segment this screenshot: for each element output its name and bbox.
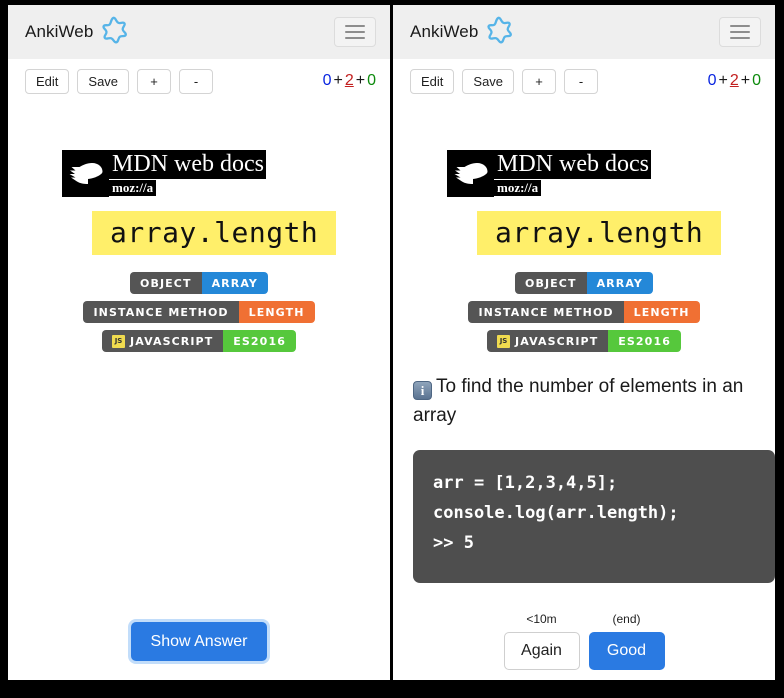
hamburger-menu-icon <box>345 25 365 27</box>
app-title: AnkiWeb <box>410 22 479 41</box>
mdn-wordmark: MDN web docs moz://a <box>109 150 266 196</box>
again-column: <10m Again <box>503 612 580 670</box>
mdn-subtitle: moz://a <box>494 180 542 196</box>
save-button[interactable]: Save <box>77 68 130 94</box>
good-interval: (end) <box>612 612 641 626</box>
code-block: arr = [1,2,3,4,5]; console.log(arr.lengt… <box>413 450 775 583</box>
panel-pair: AnkiWeb Edit Save + - 0 + 2 + 0 MDN web … <box>8 5 776 680</box>
badge-value: LENGTH <box>238 301 315 323</box>
mdn-dinosaur-icon <box>62 150 109 197</box>
badge-label: JAVASCRIPT <box>515 334 599 348</box>
brand: AnkiWeb <box>410 15 515 50</box>
again-interval: <10m <box>526 612 557 626</box>
show-answer-button[interactable]: Show Answer <box>130 621 268 661</box>
app-title: AnkiWeb <box>25 22 94 41</box>
mdn-title: MDN web docs <box>109 150 266 179</box>
toolbar-buttons: Edit Save + - <box>25 68 214 94</box>
badge-javascript-es2016: JS JAVASCRIPT ES2016 <box>487 330 681 352</box>
badge-label: JAVASCRIPT <box>130 334 214 348</box>
hamburger-menu-icon <box>730 37 750 39</box>
front-footer: Show Answer <box>8 602 390 680</box>
counter-due: 0 <box>367 72 376 89</box>
card-back-panel: AnkiWeb Edit Save + - 0 + 2 + 0 MDN web … <box>393 5 775 680</box>
edit-button[interactable]: Edit <box>410 68 455 94</box>
decrease-button[interactable]: - <box>179 68 214 94</box>
increase-button[interactable]: + <box>137 68 172 94</box>
badge-instance-method-length: INSTANCE METHOD LENGTH <box>83 301 315 323</box>
counter-learning: 2 <box>729 72 739 89</box>
javascript-icon: JS <box>112 334 126 348</box>
information-emoji-icon: i <box>413 381 432 400</box>
back-footer: <10m Again (end) Good <box>393 602 775 680</box>
hamburger-menu-icon <box>730 25 750 27</box>
card-toolbar: Edit Save + - 0 +2 +0 <box>8 59 390 103</box>
card-toolbar: Edit Save + - 0 +2 +0 <box>393 59 775 103</box>
badge-javascript-es2016: JS JAVASCRIPT ES2016 <box>102 330 296 352</box>
badge-label-wrap: JS JAVASCRIPT <box>102 330 224 352</box>
edit-button[interactable]: Edit <box>25 68 70 94</box>
badge-object-array: OBJECT ARRAY <box>130 272 268 294</box>
star-logo-icon <box>485 15 515 50</box>
good-column: (end) Good <box>588 612 665 670</box>
answer-note-text: To find the number of elements in an arr… <box>413 376 744 426</box>
card-front-panel: AnkiWeb Edit Save + - 0 + 2 + 0 MDN web … <box>8 5 390 680</box>
javascript-icon: JS <box>497 334 511 348</box>
mdn-wordmark: MDN web docs moz://a <box>494 150 651 196</box>
badge-label: INSTANCE METHOD <box>468 301 624 323</box>
mdn-logo: MDN web docs moz://a <box>447 150 668 197</box>
card-counter: 0 +2 +0 <box>708 72 761 90</box>
card-content-back: MDN web docs moz://a array.length OBJECT… <box>393 150 775 583</box>
counter-new: 0 <box>707 72 717 89</box>
counter-separator: + <box>718 72 728 89</box>
badge-value: ES2016 <box>608 330 681 352</box>
badge-object-array: OBJECT ARRAY <box>515 272 653 294</box>
card-term: array.length <box>477 211 722 255</box>
toolbar-buttons: Edit Save + - <box>410 68 599 94</box>
answer-buttons: <10m Again (end) Good <box>503 612 665 670</box>
mdn-title: MDN web docs <box>494 150 651 179</box>
badge-list: OBJECT ARRAY INSTANCE METHOD LENGTH JS J… <box>25 272 373 352</box>
term-row: array.length <box>410 197 758 255</box>
counter-learning: 2 <box>344 72 354 89</box>
decrease-button[interactable]: - <box>564 68 599 94</box>
hamburger-menu-button[interactable] <box>719 17 761 47</box>
badge-label-wrap: JS JAVASCRIPT <box>487 330 609 352</box>
badge-value: LENGTH <box>623 301 700 323</box>
counter-separator: + <box>333 72 343 89</box>
mdn-subtitle: moz://a <box>109 180 157 196</box>
app-header: AnkiWeb <box>8 5 390 59</box>
counter-due: 0 <box>752 72 761 89</box>
again-button[interactable]: Again <box>503 632 580 670</box>
card-counter: 0 +2 +0 <box>323 72 376 90</box>
badge-value: ES2016 <box>223 330 296 352</box>
save-button[interactable]: Save <box>462 68 515 94</box>
badge-label: INSTANCE METHOD <box>83 301 239 323</box>
hamburger-menu-icon <box>730 31 750 33</box>
mdn-logo: MDN web docs moz://a <box>62 150 283 197</box>
term-row: array.length <box>25 197 373 255</box>
badge-list: OBJECT ARRAY INSTANCE METHOD LENGTH JS J… <box>410 272 758 352</box>
badge-value: ARRAY <box>201 272 268 294</box>
hamburger-menu-icon <box>345 31 365 33</box>
app-header: AnkiWeb <box>393 5 775 59</box>
brand: AnkiWeb <box>25 15 130 50</box>
good-button[interactable]: Good <box>588 632 665 670</box>
badge-label: OBJECT <box>515 272 587 294</box>
mdn-dinosaur-icon <box>447 150 494 197</box>
badge-value: ARRAY <box>586 272 653 294</box>
hamburger-menu-button[interactable] <box>334 17 376 47</box>
increase-button[interactable]: + <box>522 68 557 94</box>
card-term: array.length <box>92 211 337 255</box>
code-text: arr = [1,2,3,4,5]; console.log(arr.lengt… <box>433 473 679 553</box>
card-content-front: MDN web docs moz://a array.length OBJECT… <box>8 150 390 352</box>
counter-separator: + <box>355 72 366 89</box>
answer-note: i To find the number of elements in an ar… <box>410 372 758 430</box>
screenshot-root: AnkiWeb Edit Save + - 0 + 2 + 0 MDN web … <box>0 0 784 698</box>
badge-label: OBJECT <box>130 272 202 294</box>
badge-instance-method-length: INSTANCE METHOD LENGTH <box>468 301 700 323</box>
star-logo-icon <box>100 15 130 50</box>
counter-separator: + <box>740 72 751 89</box>
hamburger-menu-icon <box>345 37 365 39</box>
counter-new: 0 <box>322 72 332 89</box>
